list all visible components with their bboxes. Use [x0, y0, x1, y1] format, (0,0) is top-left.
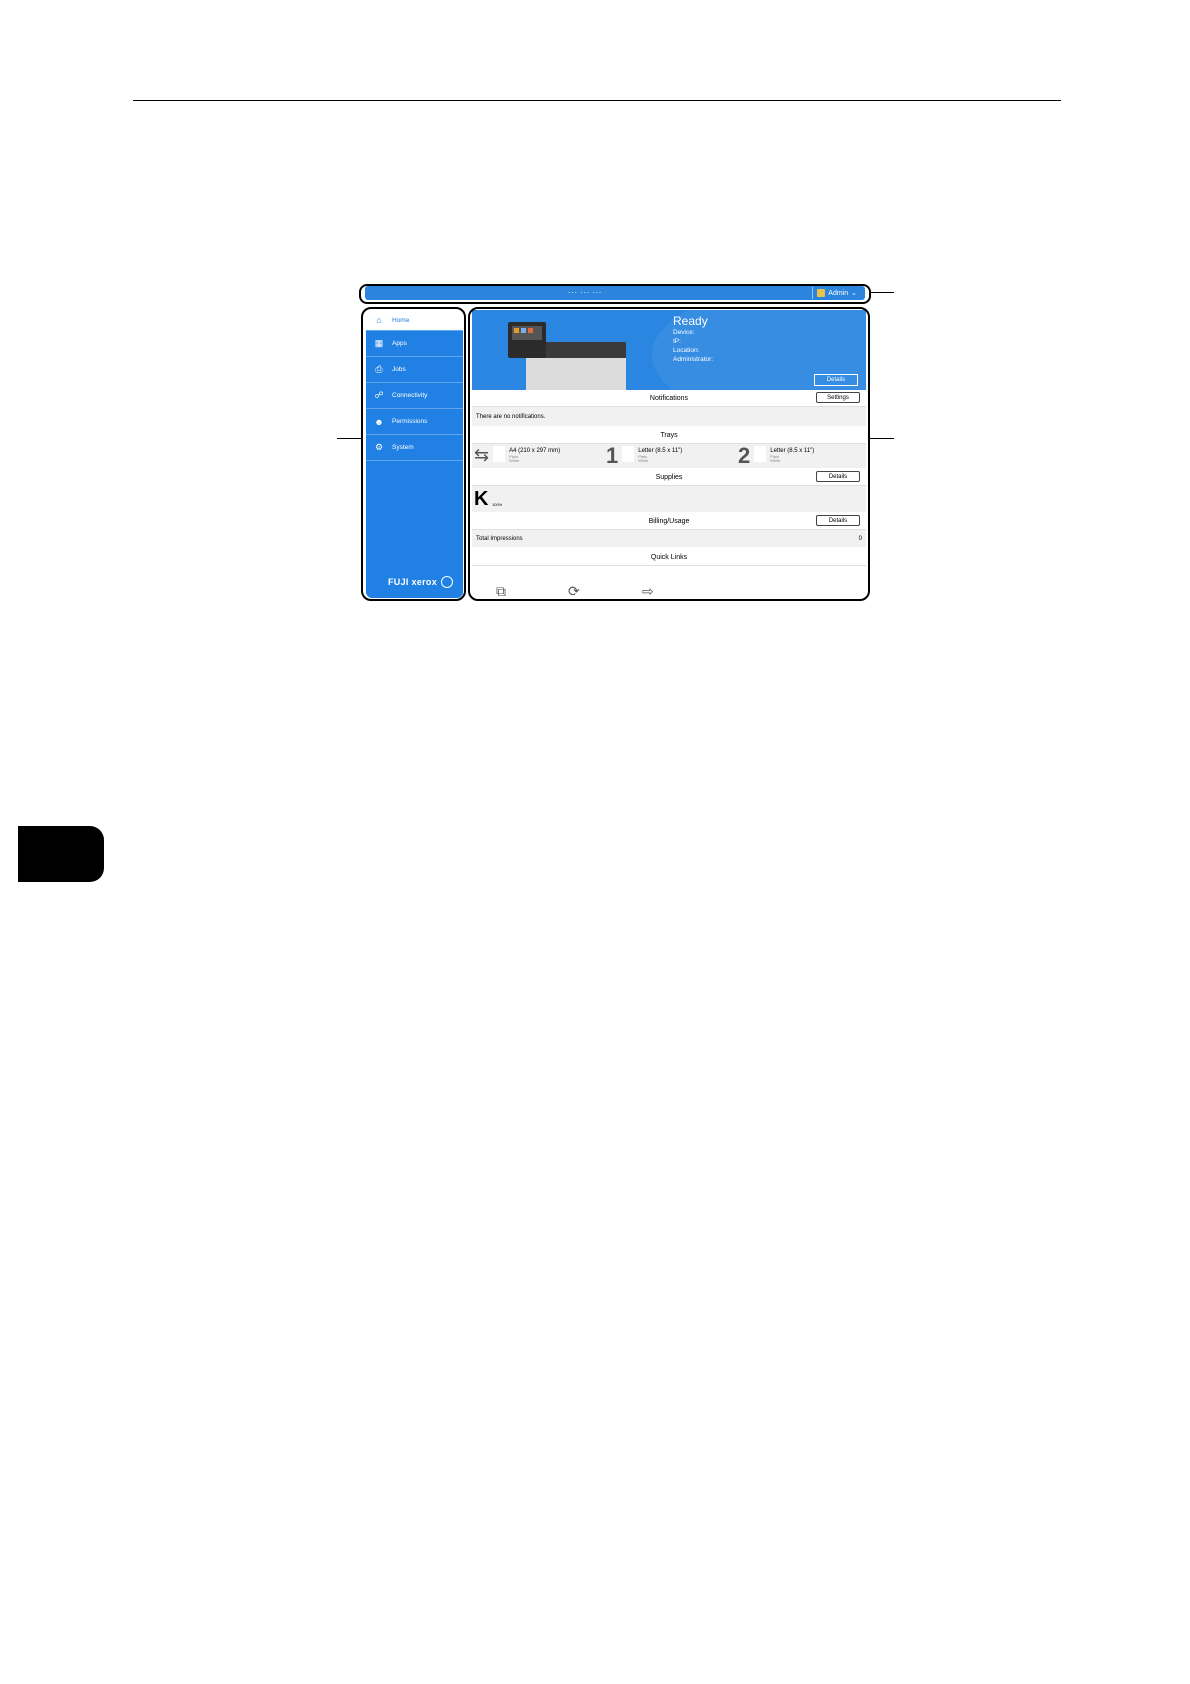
main-callout-outline — [468, 307, 870, 601]
chapter-tab — [18, 826, 104, 882]
nav-callout-line — [337, 438, 361, 439]
main-callout-line — [870, 438, 894, 439]
page-top-rule — [133, 100, 1061, 101]
nav-callout-outline — [361, 307, 466, 601]
header-callout-line — [871, 292, 894, 293]
header-callout-outline — [359, 284, 871, 304]
